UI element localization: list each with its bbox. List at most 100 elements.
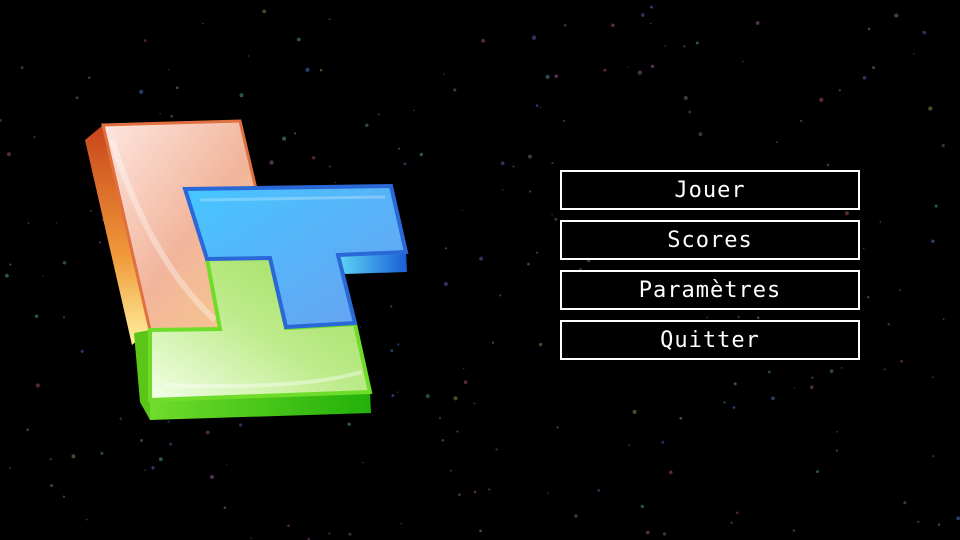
settings-button[interactable]: Paramètres [560, 270, 860, 310]
star [597, 489, 601, 492]
star [453, 88, 457, 92]
star [362, 461, 364, 464]
star [917, 520, 920, 523]
star [698, 132, 703, 136]
star [488, 488, 491, 491]
star [481, 38, 486, 43]
star [239, 93, 244, 98]
star [650, 64, 655, 69]
star [167, 68, 170, 71]
star [755, 21, 760, 25]
star [528, 154, 532, 159]
star [62, 260, 67, 265]
star [628, 444, 631, 447]
star [443, 73, 446, 75]
star [5, 273, 9, 278]
star [400, 522, 402, 525]
star [202, 22, 205, 25]
star [637, 70, 643, 75]
star [9, 466, 11, 469]
star [0, 119, 2, 122]
star [741, 60, 744, 63]
star [683, 45, 686, 48]
star [562, 119, 565, 123]
star [88, 76, 91, 79]
star [862, 247, 865, 250]
star [499, 294, 502, 297]
star [223, 506, 227, 509]
star [305, 67, 310, 73]
star [767, 370, 771, 374]
star [574, 514, 578, 518]
star [733, 382, 737, 386]
star [512, 165, 515, 168]
star [262, 9, 267, 14]
star [169, 442, 173, 446]
star [679, 416, 683, 420]
star [894, 13, 899, 18]
star [527, 262, 530, 266]
scores-button[interactable]: Scores [560, 220, 860, 260]
star [328, 18, 331, 21]
star [556, 426, 559, 429]
star [819, 97, 824, 102]
star [934, 204, 938, 208]
star [942, 318, 945, 321]
star [247, 55, 250, 57]
star [545, 74, 550, 79]
star [928, 106, 933, 111]
star [144, 469, 146, 471]
star [810, 385, 814, 389]
star [683, 95, 688, 101]
star [883, 368, 886, 371]
main-menu: Jouer Scores Paramètres Quitter [560, 170, 860, 370]
star [931, 239, 935, 244]
star [826, 163, 830, 167]
star [913, 53, 915, 55]
star [668, 470, 673, 475]
star [931, 376, 934, 379]
star [811, 376, 814, 379]
star [732, 406, 736, 409]
star [564, 24, 567, 27]
star [735, 511, 739, 515]
star [139, 89, 144, 94]
star [175, 86, 179, 90]
star [539, 106, 542, 109]
star [838, 89, 841, 92]
star [627, 66, 629, 68]
star [664, 45, 666, 47]
star [603, 68, 607, 72]
star [348, 532, 352, 536]
star [55, 222, 58, 224]
star [862, 75, 867, 80]
star [528, 190, 532, 193]
star [413, 109, 415, 112]
star [85, 518, 88, 521]
star [800, 119, 803, 122]
star [461, 209, 463, 211]
star [495, 448, 498, 451]
star [640, 504, 644, 509]
star [319, 68, 323, 72]
star [932, 455, 935, 458]
star [531, 35, 537, 40]
star [49, 458, 52, 461]
star [547, 492, 549, 494]
star [158, 457, 163, 462]
star [49, 483, 54, 488]
star [463, 380, 468, 385]
star [444, 247, 448, 250]
star [205, 430, 210, 435]
play-button[interactable]: Jouer [560, 170, 860, 210]
star [502, 189, 504, 191]
star [27, 222, 30, 224]
quit-button[interactable]: Quitter [560, 320, 860, 360]
star [956, 516, 960, 521]
star [640, 13, 645, 17]
star [443, 281, 448, 287]
star [458, 493, 461, 496]
star [922, 30, 927, 35]
star [554, 74, 559, 79]
star [296, 37, 301, 42]
